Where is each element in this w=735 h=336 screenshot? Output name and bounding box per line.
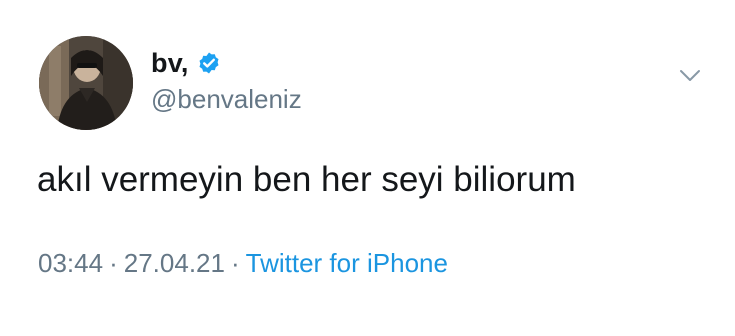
avatar[interactable] bbox=[39, 36, 133, 130]
author-name-row[interactable]: bv, bbox=[151, 46, 221, 80]
tweet-source-link[interactable]: Twitter for iPhone bbox=[246, 248, 448, 278]
tweet-date[interactable]: 27.04.21 bbox=[124, 248, 225, 278]
verified-badge-icon bbox=[197, 51, 221, 75]
meta-separator: · bbox=[230, 248, 240, 278]
meta-separator: · bbox=[109, 248, 118, 278]
chevron-down-icon[interactable] bbox=[679, 68, 701, 84]
profile-photo-avatar bbox=[39, 36, 133, 130]
author-handle[interactable]: @benvaleniz bbox=[151, 84, 302, 115]
tweet-meta: 03:44 · 27.04.21 · Twitter for iPhone bbox=[38, 248, 448, 279]
tweet-card: bv, @benvaleniz akıl vermeyin ben her se… bbox=[0, 0, 735, 336]
tweet-text: akıl vermeyin ben her seyi biliorum bbox=[37, 160, 576, 199]
tweet-time[interactable]: 03:44 bbox=[38, 248, 103, 278]
display-name[interactable]: bv, bbox=[151, 48, 189, 79]
